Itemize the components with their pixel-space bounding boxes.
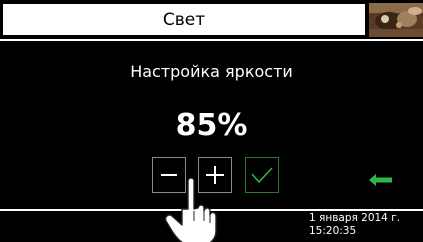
confirm-button[interactable] [245,157,279,193]
pointing-hand-icon [164,177,217,242]
check-icon [251,167,273,184]
date-label: 1 января 2014 г. [309,212,401,224]
camera-thumbnail[interactable] [369,3,423,37]
camera-thumbnail-image [369,3,423,37]
date-time: 1 января 2014 г. 15:20:35 [306,212,419,238]
header-divider [0,39,423,41]
back-button[interactable] [363,163,399,196]
arrow-left-icon [369,173,392,186]
brightness-title: Настройка яркости [130,62,293,81]
page-title-label: Свет [162,9,206,30]
brightness-value: 85% [175,108,248,143]
header-bar: Свет [0,0,423,39]
page-title: Свет [3,4,365,35]
time-label: 15:20:35 [309,225,357,237]
screen: Свет Настройка яркости 85% 1 января 2014… [0,0,423,242]
